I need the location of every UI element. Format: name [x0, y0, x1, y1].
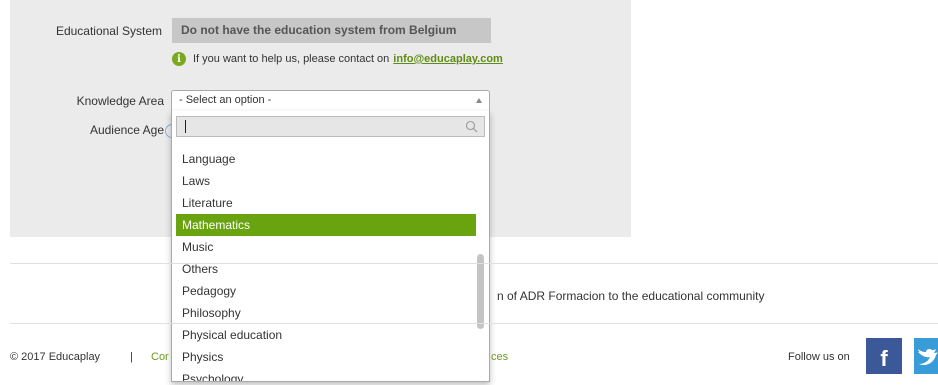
info-text: If you want to help us, please contact o… — [193, 53, 390, 65]
option-language[interactable]: Language — [176, 148, 476, 170]
option-psychology[interactable]: Psychology — [176, 368, 476, 381]
facebook-icon[interactable]: f — [866, 338, 902, 374]
follow-us-label: Follow us on — [788, 351, 850, 363]
twitter-icon[interactable] — [914, 338, 938, 374]
info-line: i If you want to help us, please contact… — [172, 51, 503, 67]
option-physics[interactable]: Physics — [176, 346, 476, 368]
option-philosophy[interactable]: Philosophy — [176, 302, 476, 324]
option-list: Language Laws Literature Mathematics Mus… — [176, 148, 476, 381]
dropdown-scrollbar-thumb[interactable] — [477, 254, 484, 329]
audience-age-label: Audience Age — [89, 123, 164, 137]
knowledge-area-label: Knowledge Area — [76, 94, 164, 108]
contact-email-link[interactable]: info@educaplay.com — [393, 53, 503, 65]
option-pedagogy[interactable]: Pedagogy — [176, 280, 476, 302]
option-literature[interactable]: Literature — [176, 192, 476, 214]
knowledge-area-dropdown: Language Laws Literature Mathematics Mus… — [171, 111, 490, 382]
text-caret — [185, 120, 186, 133]
twitter-bird-icon — [918, 348, 938, 365]
educational-system-field: Do not have the education system from Be… — [172, 18, 491, 43]
option-mathematics[interactable]: Mathematics — [176, 214, 476, 236]
footer-tagline: n of ADR Formacion to the educational co… — [497, 289, 765, 303]
footer-link-partial-right[interactable]: ces — [491, 351, 508, 363]
arrow-up-icon — [476, 98, 482, 103]
divider — [10, 323, 938, 324]
option-music[interactable]: Music — [176, 236, 476, 258]
knowledge-area-select[interactable]: - Select an option - — [171, 90, 490, 112]
option-others[interactable]: Others — [176, 258, 476, 280]
educational-system-label: Educational System — [55, 24, 162, 38]
dropdown-search-input[interactable] — [176, 116, 485, 137]
copyright-text: © 2017 Educaplay — [10, 351, 101, 363]
option-laws[interactable]: Laws — [176, 170, 476, 192]
option-physical-education[interactable]: Physical education — [176, 324, 476, 346]
footer-separator: | — [130, 351, 133, 363]
search-icon — [465, 120, 478, 133]
footer-link-partial[interactable]: Cor — [151, 351, 169, 363]
divider — [10, 263, 938, 264]
info-icon: i — [172, 52, 186, 66]
knowledge-area-selected-value: - Select an option - — [179, 94, 272, 106]
